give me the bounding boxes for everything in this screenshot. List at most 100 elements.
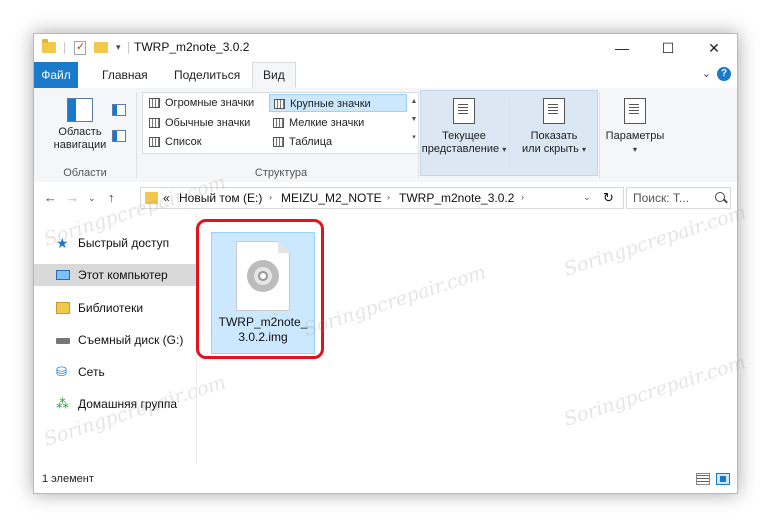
properties-icon[interactable] [74,40,86,55]
list-icon [149,137,160,147]
forward-button[interactable]: → [66,190,79,205]
group-separator [418,92,419,178]
maximize-button[interactable]: ☐ [645,34,691,62]
show-hide-button[interactable]: Показать или скрыть ▾ [512,98,596,156]
network-icon: ⛁ [56,364,67,379]
medium-icons-icon [149,118,160,128]
toolbar-separator [128,42,129,54]
nav-item-libraries[interactable]: Библиотеки [34,297,196,319]
layout-medium-icons[interactable]: Обычные значки [145,114,269,132]
customize-toolbar-icon[interactable]: ▾ [116,42,121,58]
current-view-icon [453,98,475,124]
nav-item-network[interactable]: ⛁ Сеть [34,361,196,383]
layout-item-label: Список [165,136,202,148]
details-icon [273,137,284,147]
new-folder-icon[interactable] [94,42,108,53]
nav-item-label: Этот компьютер [78,268,168,282]
chevron-right-icon[interactable]: › [269,192,272,202]
preview-pane-icon[interactable] [112,104,126,116]
options-button[interactable]: Параметры ▾ [600,98,670,156]
chevron-down-icon[interactable]: ⌄ [583,192,591,203]
group-separator [509,98,510,170]
highlight-outline [196,219,324,359]
options-icon [624,98,646,124]
options-label: Параметры [605,130,665,142]
breadcrumb-drive[interactable]: Новый том (E:) [179,191,262,205]
address-row: ← → ⌄ ↑ « Новый том (E:) › MEIZU_M2_NOTE… [34,182,737,214]
tab-file[interactable]: Файл [34,62,78,88]
show-hide-icon [543,98,565,124]
current-view-label-1: Текущее [442,130,486,142]
nav-item-label: Съемный диск (G:) [78,333,184,347]
help-icon[interactable]: ? [717,67,731,81]
navigation-pane: ★ Быстрый доступ Этот компьютер Библиоте… [34,214,196,464]
layout-item-label: Крупные значки [290,98,371,110]
homegroup-icon: ⁂ [56,396,69,411]
nav-item-quick-access[interactable]: ★ Быстрый доступ [34,232,196,254]
layout-item-label: Обычные значки [165,117,251,129]
group-label-layout: Структура [254,167,308,179]
chevron-down-icon: ▾ [502,145,507,154]
layout-list[interactable]: Список [145,133,269,151]
nav-item-label: Библиотеки [78,301,144,315]
details-pane-icon[interactable] [112,130,126,142]
layout-details[interactable]: Таблица [269,133,407,151]
computer-icon [56,270,70,280]
nav-item-label: Сеть [78,365,105,379]
large-icons-view-icon[interactable] [716,473,730,485]
expand-ribbon-icon[interactable]: ⌄ [702,67,711,80]
navigation-pane-button[interactable]: Область навигации [44,98,116,152]
current-view-label-2: представление [421,143,500,155]
window-title: TWRP_m2note_3.0.2 [134,40,250,54]
nav-item-label: Быстрый доступ [78,236,170,250]
layout-extra-large-icons[interactable]: Огромные значки [145,94,269,112]
navigation-pane-label-1: Область [58,126,102,138]
details-view-icon[interactable] [696,473,710,485]
show-hide-label-2: или скрыть [522,143,579,155]
chevron-down-icon: ▾ [581,145,586,154]
search-input[interactable]: Поиск: Т... [626,187,731,209]
ribbon-tabs: Файл Главная Поделиться Вид ⌄ ? [34,62,737,89]
removable-disk-icon [56,338,70,344]
explorer-window: ▾ TWRP_m2note_3.0.2 — ☐ ✕ Файл Главная П… [33,33,738,494]
nav-item-label: Домашняя группа [78,397,178,411]
search-placeholder: Поиск: Т... [633,191,689,205]
layout-item-label: Огромные значки [165,97,255,109]
up-button[interactable]: ↑ [108,190,115,205]
address-bar[interactable]: « Новый том (E:) › MEIZU_M2_NOTE › TWRP_… [140,187,624,209]
layout-small-icons[interactable]: Мелкие значки [269,114,407,132]
search-icon [715,192,725,202]
group-label-panes: Области [63,167,107,179]
nav-item-removable-disk[interactable]: Съемный диск (G:) [34,329,196,351]
layout-large-icons[interactable]: Крупные значки [269,94,407,112]
nav-item-this-pc[interactable]: Этот компьютер [34,264,196,286]
breadcrumb-twrp[interactable]: TWRP_m2note_3.0.2 [399,191,514,205]
folder-icon[interactable] [42,39,56,53]
tab-view[interactable]: Вид [252,62,296,88]
nav-item-homegroup[interactable]: ⁂ Домашняя группа [34,393,196,415]
current-view-button[interactable]: Текущее представление ▾ [420,98,508,156]
navigation-pane-label-2: навигации [53,139,107,151]
group-separator [136,92,137,178]
title-bar: ▾ TWRP_m2note_3.0.2 — ☐ ✕ [34,34,737,62]
chevron-right-icon[interactable]: › [521,192,524,202]
close-button[interactable]: ✕ [691,34,737,62]
folder-icon [145,192,158,204]
breadcrumb-meizu[interactable]: MEIZU_M2_NOTE [281,191,382,205]
recent-locations-icon[interactable]: ⌄ [88,193,96,204]
breadcrumb-overflow[interactable]: « [163,191,170,205]
tab-home[interactable]: Главная [92,62,158,88]
back-button[interactable]: ← [44,190,57,205]
tab-share[interactable]: Поделиться [164,62,250,88]
refresh-icon[interactable]: ↻ [603,190,614,206]
status-bar: 1 элемент [34,466,737,493]
minimize-button[interactable]: — [599,34,645,62]
library-icon [56,302,70,314]
extra-large-icons-icon [149,98,160,108]
layout-item-label: Таблица [289,136,333,148]
chevron-down-icon: ▾ [632,145,637,154]
chevron-right-icon[interactable]: › [387,192,390,202]
item-count: 1 элемент [42,473,94,485]
large-icons-icon [274,99,285,109]
star-icon: ★ [56,235,69,251]
